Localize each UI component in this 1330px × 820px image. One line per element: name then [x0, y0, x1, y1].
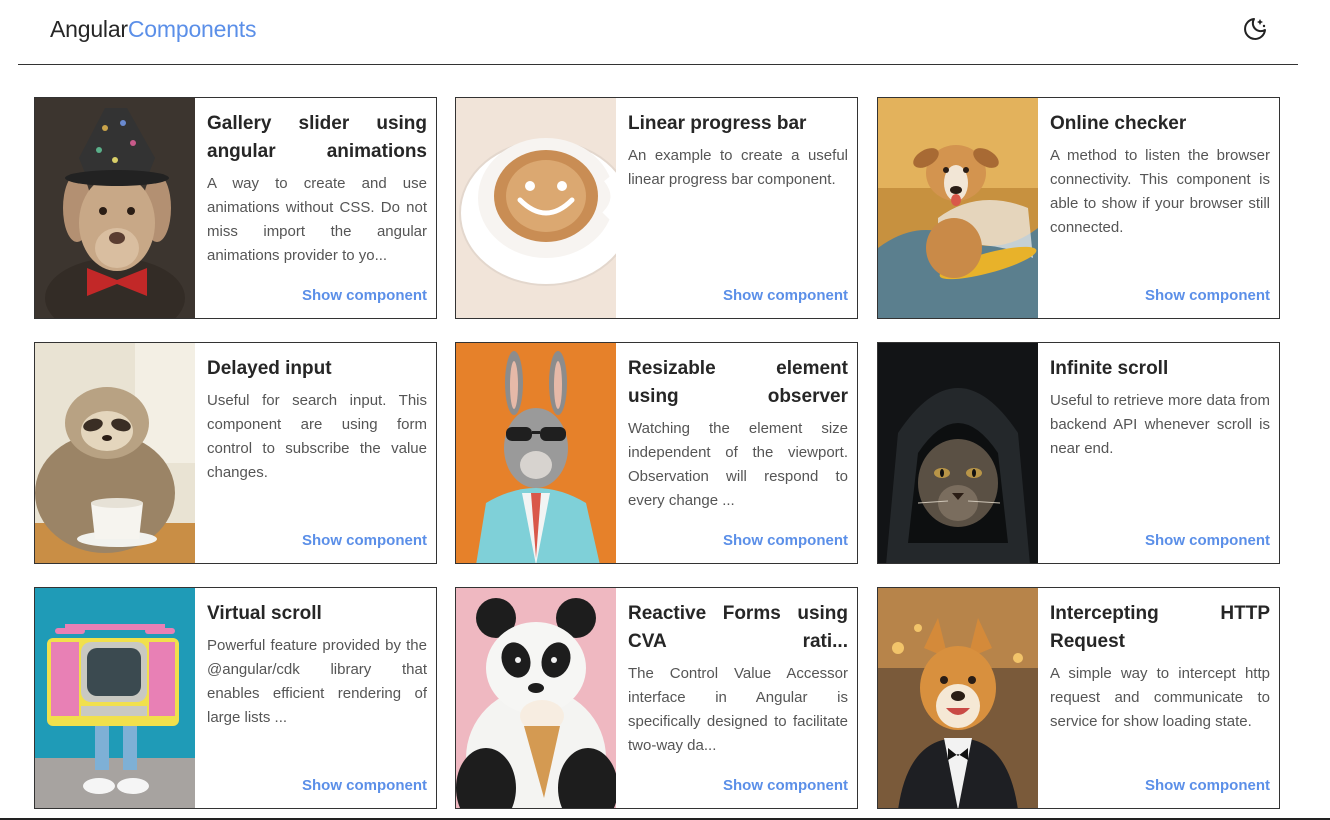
component-card: Linear progress bar An example to create… — [455, 97, 858, 319]
tv-robot-image — [35, 588, 195, 808]
brand-logo[interactable]: AngularComponents — [50, 16, 257, 43]
card-description: Watching the element size independent of… — [628, 420, 848, 509]
component-card: Intercepting HTTP Request A simple way t… — [877, 587, 1280, 809]
component-card: Gallery slider using angular animations … — [34, 97, 437, 319]
card-body: Virtual scroll Powerful feature provided… — [207, 600, 427, 796]
card-title: Delayed input — [207, 358, 332, 379]
card-description: Useful for search input. This component … — [207, 392, 427, 481]
dog-with-hat-image — [35, 98, 195, 318]
card-title: Resizable element using observer — [628, 358, 848, 407]
card-body: Gallery slider using angular animations … — [207, 110, 427, 306]
card-body: Delayed input Useful for search input. T… — [207, 355, 427, 551]
card-body: Online checker A method to listen the br… — [1050, 110, 1270, 306]
card-title: Reactive Forms using CVA rati... — [628, 603, 848, 652]
show-component-link[interactable]: Show component — [723, 532, 848, 549]
card-title: Intercepting HTTP Request — [1050, 603, 1270, 652]
component-card: Reactive Forms using CVA rati... The Con… — [455, 587, 858, 809]
card-title: Virtual scroll — [207, 603, 322, 624]
brand-part-angular: Angular — [50, 16, 128, 42]
card-description: A way to create and use animations witho… — [207, 175, 427, 264]
component-card: Resizable element using observer Watchin… — [455, 342, 858, 564]
theme-toggle-button[interactable] — [1242, 16, 1268, 42]
card-description: An example to create a useful linear pro… — [628, 147, 848, 188]
component-card: Delayed input Useful for search input. T… — [34, 342, 437, 564]
hooded-cat-image — [878, 343, 1038, 563]
component-card: Infinite scroll Useful to retrieve more … — [877, 342, 1280, 564]
panda-icecream-image — [456, 588, 616, 808]
app-header: AngularComponents — [18, 0, 1298, 65]
rabbit-suit-image — [456, 343, 616, 563]
card-description: A simple way to intercept http request a… — [1050, 665, 1270, 730]
card-description: A method to listen the browser connectiv… — [1050, 147, 1270, 236]
surfing-dog-image — [878, 98, 1038, 318]
card-body: Infinite scroll Useful to retrieve more … — [1050, 355, 1270, 551]
show-component-link[interactable]: Show component — [1145, 777, 1270, 794]
component-card: Online checker A method to listen the br… — [877, 97, 1280, 319]
coffee-smiley-image — [456, 98, 616, 318]
card-body: Resizable element using observer Watchin… — [628, 355, 848, 551]
shiba-tuxedo-image — [878, 588, 1038, 808]
show-component-link[interactable]: Show component — [302, 777, 427, 794]
card-body: Linear progress bar An example to create… — [628, 110, 848, 306]
moon-stars-icon — [1244, 18, 1266, 40]
card-description: Powerful feature provided by the @angula… — [207, 637, 427, 726]
card-body: Reactive Forms using CVA rati... The Con… — [628, 600, 848, 796]
sloth-coffee-image — [35, 343, 195, 563]
show-component-link[interactable]: Show component — [723, 287, 848, 304]
card-description: The Control Value Accessor interface in … — [628, 665, 848, 754]
show-component-link[interactable]: Show component — [302, 532, 427, 549]
show-component-link[interactable]: Show component — [1145, 532, 1270, 549]
card-title: Linear progress bar — [628, 113, 807, 134]
component-card: Virtual scroll Powerful feature provided… — [34, 587, 437, 809]
brand-part-components: Components — [127, 16, 257, 42]
show-component-link[interactable]: Show component — [1145, 287, 1270, 304]
card-body: Intercepting HTTP Request A simple way t… — [1050, 600, 1270, 796]
card-title: Gallery slider using angular animations — [207, 113, 427, 162]
show-component-link[interactable]: Show component — [302, 287, 427, 304]
card-description: Useful to retrieve more data from backen… — [1050, 392, 1270, 457]
card-title: Infinite scroll — [1050, 358, 1169, 379]
show-component-link[interactable]: Show component — [723, 777, 848, 794]
card-title: Online checker — [1050, 113, 1187, 134]
